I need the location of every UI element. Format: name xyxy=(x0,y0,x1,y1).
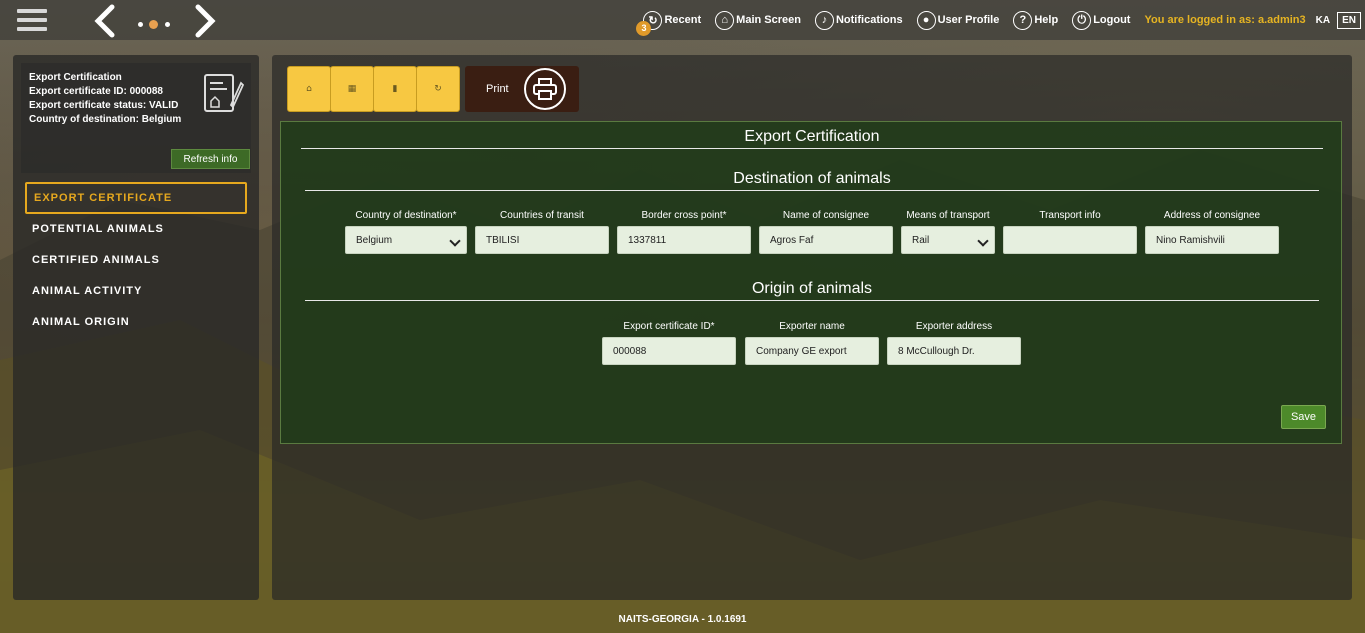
forward-arrow-icon[interactable] xyxy=(192,4,218,38)
grid-icon: ▦ xyxy=(347,84,357,94)
info-cert-id: Export certificate ID: 000088 xyxy=(29,86,163,97)
exporter-address-label: Exporter address xyxy=(915,321,993,332)
main-content: ⌂ ▦ ▮ ↻ Print Export Certification Desti… xyxy=(272,55,1352,600)
menu-user-profile-label: User Profile xyxy=(937,14,1000,26)
sidebar-item-certified-animals[interactable]: CERTIFIED ANIMALS xyxy=(25,244,247,276)
bookmark-toolbar-button[interactable]: ▮ xyxy=(373,66,417,112)
sidebar-item-animal-activity[interactable]: ANIMAL ACTIVITY xyxy=(25,275,247,307)
lang-ka-button[interactable]: KA xyxy=(1316,15,1330,26)
back-arrow-icon[interactable] xyxy=(92,4,118,38)
print-button[interactable]: Print xyxy=(465,66,579,112)
exporter-name-label: Exporter name xyxy=(779,321,845,332)
home-icon: ⌂ xyxy=(306,84,312,94)
consignee-name-label: Name of consignee xyxy=(782,210,870,221)
refresh-info-button[interactable]: Refresh info xyxy=(171,149,250,169)
destination-divider xyxy=(305,190,1319,191)
certificate-info-box: Export Certification Export certificate … xyxy=(21,63,251,173)
exporter-name-field: Exporter name Company GE export xyxy=(745,321,879,365)
form-title: Export Certification xyxy=(744,128,880,145)
origin-divider xyxy=(305,300,1319,301)
menu-logout[interactable]: ⏻ Logout xyxy=(1072,10,1131,30)
home-toolbar-button[interactable]: ⌂ xyxy=(287,66,331,112)
sidebar-item-animal-origin[interactable]: ANIMAL ORIGIN xyxy=(25,306,247,338)
printer-icon xyxy=(524,68,566,110)
certificate-info-lines: Export Certification Export certificate … xyxy=(29,71,181,127)
footer-version: NAITS-GEORGIA - 1.0.1691 xyxy=(618,614,747,625)
recent-count-badge: 3 xyxy=(636,20,652,36)
lang-en-button[interactable]: EN xyxy=(1337,11,1361,29)
border-point-field: Border cross point* 1337811 xyxy=(617,210,751,254)
consignee-address-field: Address of consignee Nino Ramishvili xyxy=(1145,210,1279,254)
menu-help-label: Help xyxy=(1034,14,1059,26)
sidebar-item-export-certificate[interactable]: EXPORT CERTIFICATE xyxy=(25,182,247,214)
consignee-address-input[interactable]: Nino Ramishvili xyxy=(1145,226,1279,254)
certificate-icon xyxy=(204,74,245,112)
countries-transit-label: Countries of transit xyxy=(500,210,584,221)
sidebar-nav: EXPORT CERTIFICATE POTENTIAL ANIMALS CER… xyxy=(25,182,247,337)
means-transport-select[interactable]: Rail xyxy=(901,226,995,254)
menu-main-screen-label: Main Screen xyxy=(736,14,801,26)
top-bar: ↻ 3 Recent ⌂ Main Screen ♪ Notifications… xyxy=(0,0,1365,40)
title-divider xyxy=(301,148,1323,149)
country-destination-label: Country of destination* xyxy=(355,210,457,221)
destination-section-title: Destination of animals xyxy=(733,170,891,187)
cert-id-label: Export certificate ID* xyxy=(623,321,715,332)
country-destination-field: Country of destination* Belgium xyxy=(345,210,467,254)
info-country: Country of destination: Belgium xyxy=(29,114,182,125)
toolbar-group: ⌂ ▦ ▮ ↻ xyxy=(287,66,460,112)
countries-transit-field: Countries of transit TBILISI xyxy=(475,210,609,254)
menu-main-screen[interactable]: ⌂ Main Screen xyxy=(715,10,801,30)
hamburger-menu-icon[interactable] xyxy=(17,9,47,33)
border-point-label: Border cross point* xyxy=(641,210,727,221)
bell-icon: ♪ xyxy=(814,10,834,30)
sidebar: Export Certification Export certificate … xyxy=(13,55,259,600)
exporter-name-input[interactable]: Company GE export xyxy=(745,337,879,365)
help-icon: ? xyxy=(1013,10,1033,30)
info-cert-status: Export certificate status: VALID xyxy=(29,100,179,111)
grid-toolbar-button[interactable]: ▦ xyxy=(330,66,374,112)
reload-icon: ↻ xyxy=(434,84,442,94)
menu-recent-label: Recent xyxy=(664,14,702,26)
menu-logout-label: Logout xyxy=(1093,14,1131,26)
navigation-dots-icon xyxy=(136,20,172,30)
cert-id-input[interactable]: 000088 xyxy=(602,337,736,365)
means-transport-label: Means of transport xyxy=(906,210,990,221)
exporter-address-input[interactable]: 8 McCullough Dr. xyxy=(887,337,1021,365)
consignee-address-label: Address of consignee xyxy=(1163,210,1261,221)
cert-id-field: Export certificate ID* 000088 xyxy=(602,321,736,365)
bookmark-icon: ▮ xyxy=(392,84,398,94)
sidebar-item-potential-animals[interactable]: POTENTIAL ANIMALS xyxy=(25,213,247,245)
consignee-name-field: Name of consignee Agros Faf xyxy=(759,210,893,254)
menu-recent[interactable]: ↻ 3 Recent xyxy=(636,10,702,36)
country-destination-select[interactable]: Belgium xyxy=(345,226,467,254)
countries-transit-input[interactable]: TBILISI xyxy=(475,226,609,254)
export-certification-form: Export Certification Destination of anim… xyxy=(280,121,1342,444)
means-transport-field: Means of transport Rail xyxy=(901,210,995,254)
user-icon: ● xyxy=(916,10,936,30)
info-title: Export Certification xyxy=(29,72,122,83)
reload-toolbar-button[interactable]: ↻ xyxy=(416,66,460,112)
menu-notifications-label: Notifications xyxy=(835,14,903,26)
exporter-address-field: Exporter address 8 McCullough Dr. xyxy=(887,321,1021,365)
menu-user-profile[interactable]: ● User Profile xyxy=(916,10,1000,30)
border-point-input[interactable]: 1337811 xyxy=(617,226,751,254)
top-menu: ↻ 3 Recent ⌂ Main Screen ♪ Notifications… xyxy=(636,0,1365,40)
origin-section-title: Origin of animals xyxy=(751,280,873,297)
save-button[interactable]: Save xyxy=(1281,405,1326,429)
menu-notifications[interactable]: ♪ Notifications xyxy=(814,10,903,30)
transport-info-field: Transport info xyxy=(1003,210,1137,254)
transport-info-label: Transport info xyxy=(1039,210,1101,221)
power-icon: ⏻ xyxy=(1072,10,1092,30)
menu-help[interactable]: ? Help xyxy=(1013,10,1059,30)
logged-in-user: You are logged in as: a.admin3 xyxy=(1144,14,1306,26)
consignee-name-input[interactable]: Agros Faf xyxy=(759,226,893,254)
print-label: Print xyxy=(486,83,509,95)
transport-info-input[interactable] xyxy=(1003,226,1137,254)
home-icon: ⌂ xyxy=(715,10,735,30)
